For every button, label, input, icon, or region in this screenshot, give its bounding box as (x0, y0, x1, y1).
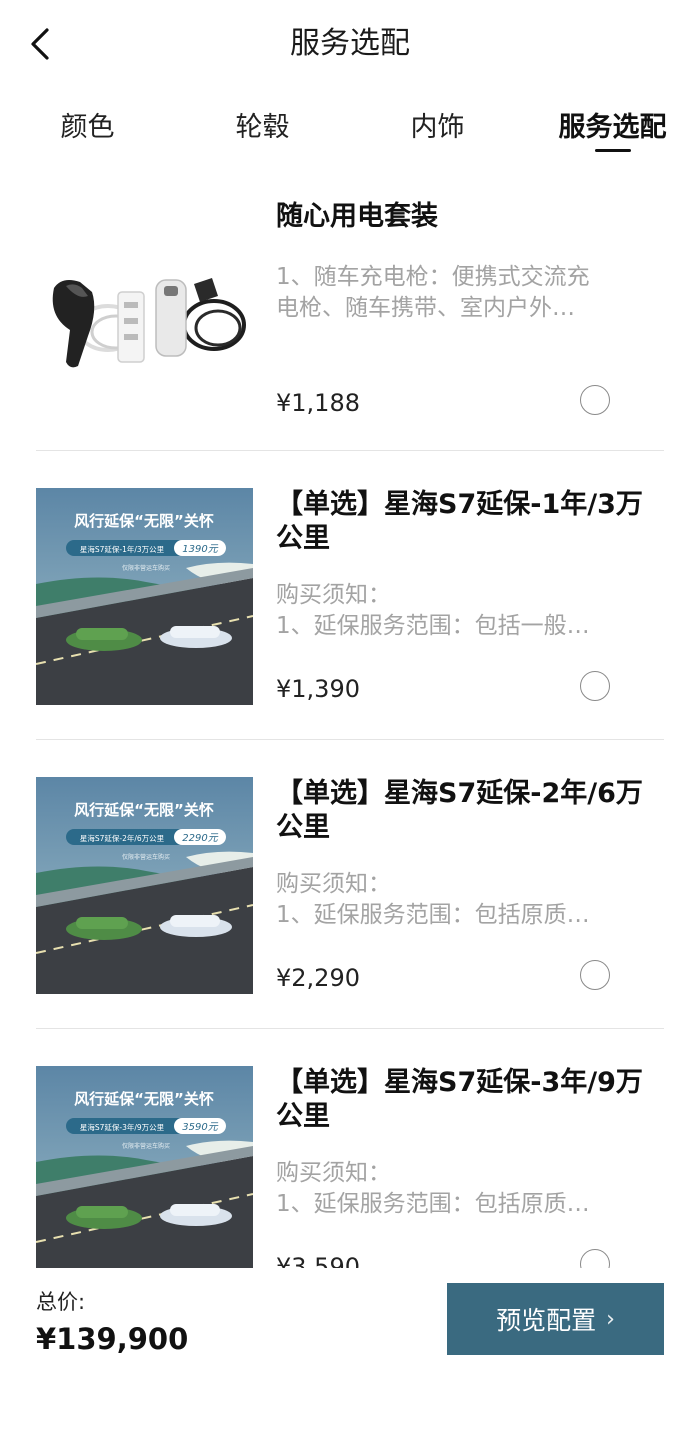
divider (36, 450, 664, 451)
item-title: 随心用电套装 (276, 201, 438, 232)
item-description: 购买须知： 1、延保服务范围：包括原质… (276, 869, 636, 931)
item-description: 购买须知： 1、延保服务范围：包括原质… (276, 1158, 636, 1220)
select-radio[interactable] (580, 960, 610, 990)
top-bar: 服务选配 (0, 0, 700, 88)
banner-price: 1390元 (182, 544, 218, 555)
item-price: ¥2,290 (276, 964, 360, 992)
title-line: 【单选】星海S7延保-1年/3万 (276, 489, 643, 520)
description-line: 电枪、随车携带、室内户外… (276, 295, 575, 321)
preview-config-label: 预览配置 (496, 1306, 597, 1335)
banner-headline: 风行延保“无限”关怀 (74, 801, 214, 819)
description-line: 1、随车充电枪：便携式交流充 (276, 264, 590, 290)
item-price: ¥1,390 (276, 675, 360, 703)
chevron-right-icon: › (606, 1306, 615, 1332)
warranty-banner-image: 风行延保“无限”关怀 星海S7延保-1年/3万公里 1390元 仅限非营运车购买 (36, 488, 253, 705)
description-line: 1、延保服务范围：包括一般… (276, 613, 590, 639)
bottom-bar: 总价: ¥139,900 预览配置 › (0, 1268, 700, 1431)
divider (36, 739, 664, 740)
title-line: 【单选】星海S7延保-2年/6万 (276, 778, 643, 809)
select-radio[interactable] (580, 671, 610, 701)
banner-sub: 仅限非营运车购买 (122, 1142, 170, 1150)
select-radio[interactable] (580, 385, 610, 415)
page-title: 服务选配 (290, 26, 410, 61)
banner-price: 3590元 (182, 1122, 218, 1133)
description-line: 购买须知： (276, 871, 391, 897)
banner-headline: 风行延保“无限”关怀 (74, 1090, 214, 1108)
banner-sub: 仅限非营运车购买 (122, 564, 170, 572)
description-line: 购买须知： (276, 1160, 391, 1186)
charging-kit-image (36, 200, 253, 417)
total-price: ¥139,900 (36, 1322, 189, 1356)
warranty-banner-image: 风行延保“无限”关怀 星海S7延保-2年/6万公里 2290元 仅限非营运车购买 (36, 777, 253, 994)
tab-wheels[interactable]: 轮毂 (175, 104, 350, 152)
select-radio[interactable] (580, 1249, 610, 1268)
description-line: 1、延保服务范围：包括原质… (276, 1191, 590, 1217)
list-item[interactable]: 随心用电套装 1、随车充电枪：便携式交流充 电枪、随车携带、室内户外… ¥1,1… (36, 200, 664, 470)
banner-tag: 星海S7延保-3年/9万公里 (80, 1122, 165, 1132)
banner-price: 2290元 (182, 833, 218, 844)
list-item[interactable]: 风行延保“无限”关怀 星海S7延保-1年/3万公里 1390元 仅限非营运车购买… (36, 488, 664, 758)
list-item[interactable]: 风行延保“无限”关怀 星海S7延保-3年/9万公里 3590元 仅限非营运车购买… (36, 1066, 664, 1268)
item-description: 购买须知： 1、延保服务范围：包括一般… (276, 580, 636, 642)
banner-sub: 仅限非营运车购买 (122, 853, 170, 861)
banner-tag: 星海S7延保-2年/6万公里 (80, 833, 165, 843)
list-item[interactable]: 风行延保“无限”关怀 星海S7延保-2年/6万公里 2290元 仅限非营运车购买… (36, 777, 664, 1047)
tab-service-options[interactable]: 服务选配 (525, 104, 700, 152)
title-line: 公里 (276, 812, 330, 843)
title-line: 公里 (276, 523, 330, 554)
tab-color[interactable]: 颜色 (0, 104, 175, 152)
total-label: 总价: (36, 1290, 86, 1314)
warranty-banner-image: 风行延保“无限”关怀 星海S7延保-3年/9万公里 3590元 仅限非营运车购买 (36, 1066, 253, 1268)
item-title: 【单选】星海S7延保-2年/6万 公里 (276, 777, 666, 845)
preview-config-button[interactable]: 预览配置 › (447, 1283, 664, 1355)
title-line: 公里 (276, 1101, 330, 1132)
active-tab-indicator (595, 149, 631, 152)
item-title: 【单选】星海S7延保-3年/9万 公里 (276, 1066, 666, 1134)
description-line: 1、延保服务范围：包括原质… (276, 902, 590, 928)
item-price: ¥1,188 (276, 389, 360, 417)
title-line: 【单选】星海S7延保-3年/9万 (276, 1067, 643, 1098)
tab-interior[interactable]: 内饰 (350, 104, 525, 152)
description-line: 购买须知： (276, 582, 391, 608)
banner-headline: 风行延保“无限”关怀 (74, 512, 214, 530)
item-title: 【单选】星海S7延保-1年/3万 公里 (276, 488, 666, 556)
item-description: 1、随车充电枪：便携式交流充 电枪、随车携带、室内户外… (276, 262, 636, 324)
divider (36, 1028, 664, 1029)
item-price: ¥3,590 (276, 1253, 360, 1268)
service-option-list[interactable]: 随心用电套装 1、随车充电枪：便携式交流充 电枪、随车携带、室内户外… ¥1,1… (0, 180, 700, 1268)
banner-tag: 星海S7延保-1年/3万公里 (80, 544, 165, 554)
